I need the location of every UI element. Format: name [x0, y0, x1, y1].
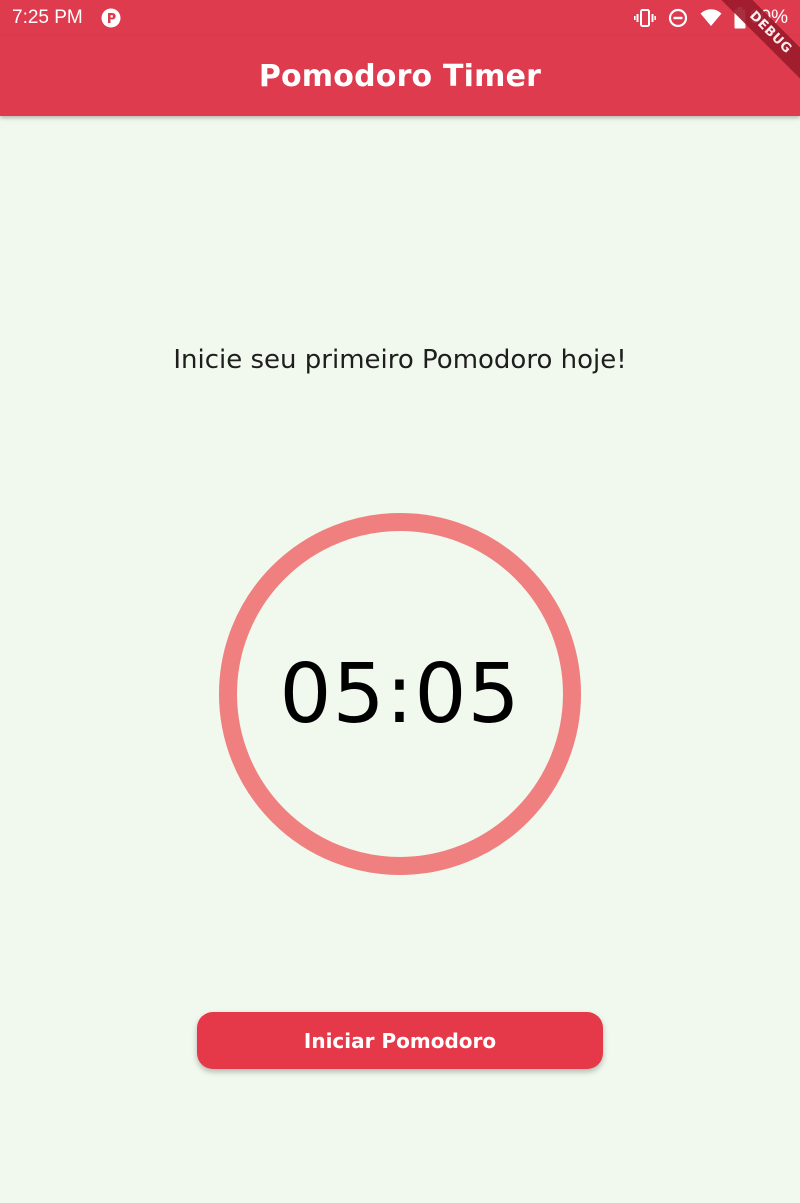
app-title: Pomodoro Timer	[258, 58, 542, 94]
vibrate-icon	[633, 8, 656, 28]
timer-display: 05:05	[279, 646, 521, 742]
battery-percent: 90%	[749, 7, 788, 28]
start-pomodoro-label: Iniciar Pomodoro	[303, 1028, 497, 1053]
status-time: 7:25 PM	[12, 7, 83, 28]
status-icons: 90%	[633, 6, 788, 30]
battery-icon	[734, 7, 746, 29]
motivation-text: Inicie seu primeiro Pomodoro hoje!	[173, 345, 627, 375]
wifi-icon	[700, 9, 722, 27]
do-not-disturb-icon	[668, 8, 688, 28]
start-pomodoro-button[interactable]: Iniciar Pomodoro	[197, 1012, 603, 1069]
app-bar: Pomodoro Timer	[0, 36, 800, 116]
status-bar: 7:25 PM 90%	[0, 0, 800, 36]
app-notification-icon	[101, 8, 121, 28]
